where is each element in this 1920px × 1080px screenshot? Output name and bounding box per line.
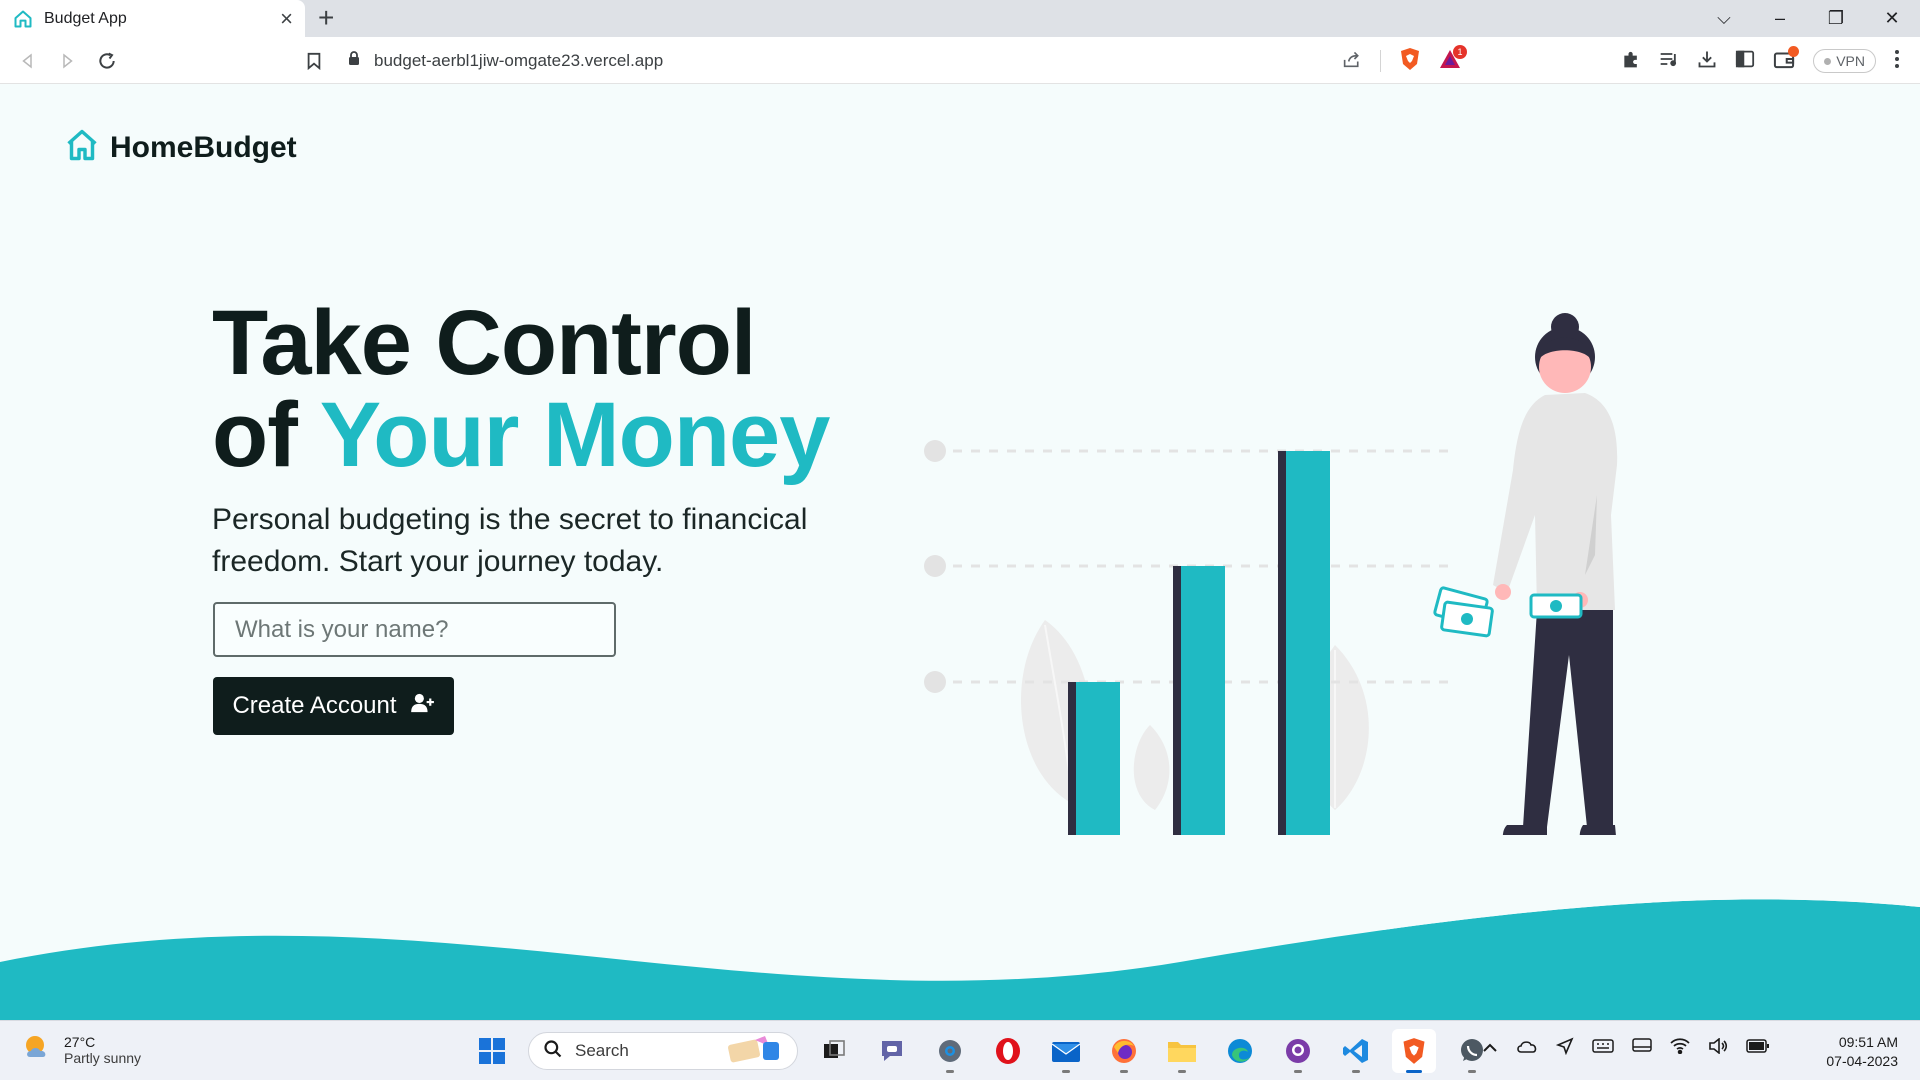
windows-start-icon[interactable] xyxy=(470,1029,514,1073)
wallet-notification-dot xyxy=(1788,45,1800,57)
running-indicator xyxy=(1406,1070,1422,1073)
vpn-label: VPN xyxy=(1836,53,1865,69)
weather-condition: Partly sunny xyxy=(64,1049,142,1066)
create-account-label: Create Account xyxy=(232,692,397,719)
running-indicator xyxy=(1120,1070,1128,1073)
opera-icon[interactable] xyxy=(986,1029,1030,1073)
brave-shield-icon[interactable] xyxy=(1399,47,1421,76)
teams-chat-icon[interactable] xyxy=(870,1029,914,1073)
display-icon[interactable] xyxy=(1632,1038,1652,1059)
task-view-icon[interactable] xyxy=(812,1029,856,1073)
weather-temperature: 27°C xyxy=(64,1033,96,1050)
address-bar[interactable]: budget-aerbl1jiw-omgate23.vercel.app 1 xyxy=(330,44,1475,78)
brave-rewards-icon[interactable]: 1 xyxy=(1439,44,1467,74)
back-icon[interactable] xyxy=(14,47,42,75)
share-icon[interactable] xyxy=(1342,50,1362,73)
running-indicator xyxy=(1178,1070,1186,1073)
file-explorer-icon[interactable] xyxy=(1160,1029,1204,1073)
money-bill-right xyxy=(1529,593,1583,619)
teal-wave xyxy=(0,835,1920,1020)
vpn-button[interactable]: VPN xyxy=(1813,49,1876,73)
volume-icon[interactable] xyxy=(1708,1037,1728,1059)
running-indicator xyxy=(1468,1070,1476,1073)
github-desktop-icon[interactable] xyxy=(1276,1029,1320,1073)
taskbar-search[interactable]: Search xyxy=(528,1032,798,1070)
weather-widget[interactable]: 27°C Partly sunny xyxy=(22,1031,141,1068)
hero-line-1: Take Control xyxy=(212,292,756,394)
home-icon xyxy=(12,8,34,30)
chevron-up-icon[interactable] xyxy=(1482,1040,1498,1058)
tab-title: Budget App xyxy=(44,9,127,27)
running-indicator xyxy=(946,1070,954,1073)
search-icon xyxy=(543,1039,563,1064)
hero-line-2-prefix: of xyxy=(212,384,320,486)
home-icon xyxy=(64,127,100,168)
name-input[interactable] xyxy=(213,602,616,657)
browser-tab[interactable]: Budget App × xyxy=(0,0,305,37)
sidebar-icon[interactable] xyxy=(1735,50,1755,73)
clock-time: 09:51 AM xyxy=(1838,1034,1898,1050)
system-tray xyxy=(1482,1037,1770,1060)
bar-2 xyxy=(1173,566,1225,847)
extension-icons: VPN xyxy=(1621,45,1900,75)
brave-icon[interactable] xyxy=(1392,1029,1436,1073)
url-text: budget-aerbl1jiw-omgate23.vercel.app xyxy=(374,51,664,70)
budget-illustration xyxy=(900,313,1707,849)
onedrive-icon[interactable] xyxy=(1516,1039,1538,1058)
firefox-icon[interactable] xyxy=(1102,1029,1146,1073)
edge-icon[interactable] xyxy=(1218,1029,1262,1073)
puzzle-icon[interactable] xyxy=(1621,49,1641,74)
tab-search-chevron-icon[interactable]: ⌵ xyxy=(1696,8,1752,29)
hero-line-2-accent: Your Money xyxy=(319,384,831,486)
vpn-status-icon xyxy=(1824,57,1832,65)
keyboard-icon[interactable] xyxy=(1592,1039,1614,1058)
logo-text: HomeBudget xyxy=(110,130,297,164)
search-label: Search xyxy=(575,1041,629,1060)
wifi-icon[interactable] xyxy=(1670,1038,1690,1059)
bookmark-icon[interactable] xyxy=(300,47,328,75)
running-indicator xyxy=(1352,1070,1360,1073)
vscode-icon[interactable] xyxy=(1334,1029,1378,1073)
add-user-icon xyxy=(410,692,435,720)
browser-tab-bar: Budget App × + ⌵ – ❐ ✕ xyxy=(0,0,1920,37)
lock-icon xyxy=(348,51,360,71)
reload-icon[interactable] xyxy=(93,47,121,75)
clock[interactable]: 09:51 AM 07-04-2023 xyxy=(1826,1033,1898,1071)
divider xyxy=(1380,50,1381,72)
running-indicator xyxy=(1062,1070,1070,1073)
create-account-button[interactable]: Create Account xyxy=(213,677,454,735)
search-highlight-icon xyxy=(725,1034,783,1069)
hero-subtitle: Personal budgeting is the secret to fina… xyxy=(212,503,808,578)
clock-date: 07-04-2023 xyxy=(1826,1053,1898,1069)
location-icon[interactable] xyxy=(1555,1037,1574,1060)
minimize-icon[interactable]: – xyxy=(1752,8,1808,29)
window-close-icon[interactable]: ✕ xyxy=(1864,8,1920,29)
woman-figure xyxy=(1493,313,1618,847)
plus-icon[interactable]: + xyxy=(318,4,334,32)
leaf-small xyxy=(1133,725,1170,810)
mail-icon[interactable] xyxy=(1044,1029,1088,1073)
battery-icon[interactable] xyxy=(1746,1039,1770,1058)
forward-icon[interactable] xyxy=(53,47,81,75)
menu-icon[interactable] xyxy=(1894,49,1900,74)
hero-title: Take Control of Your Money xyxy=(212,297,830,481)
shields-badge: 1 xyxy=(1453,44,1467,59)
running-indicator xyxy=(1294,1070,1302,1073)
money-bill-left xyxy=(1433,586,1494,638)
restore-icon[interactable]: ❐ xyxy=(1808,8,1864,29)
settings-icon[interactable] xyxy=(928,1029,972,1073)
close-icon[interactable]: × xyxy=(280,7,293,30)
wallet-icon[interactable] xyxy=(1773,45,1800,74)
window-controls: ⌵ – ❐ ✕ xyxy=(1696,0,1920,37)
bar-3 xyxy=(1278,451,1330,847)
page-content: HomeBudget Take Control of Your Money Pe… xyxy=(0,85,1920,1020)
logo[interactable]: HomeBudget xyxy=(64,127,297,168)
bar-1 xyxy=(1068,682,1120,847)
taskbar: 27°C Partly sunny Search 09:51 AM 07-04-… xyxy=(0,1020,1920,1080)
browser-toolbar: budget-aerbl1jiw-omgate23.vercel.app 1 V… xyxy=(0,37,1920,84)
partly-sunny-icon xyxy=(22,1031,54,1068)
download-icon[interactable] xyxy=(1697,49,1717,74)
playlist-icon[interactable] xyxy=(1659,50,1679,73)
taskbar-apps: Search xyxy=(470,1029,1494,1073)
